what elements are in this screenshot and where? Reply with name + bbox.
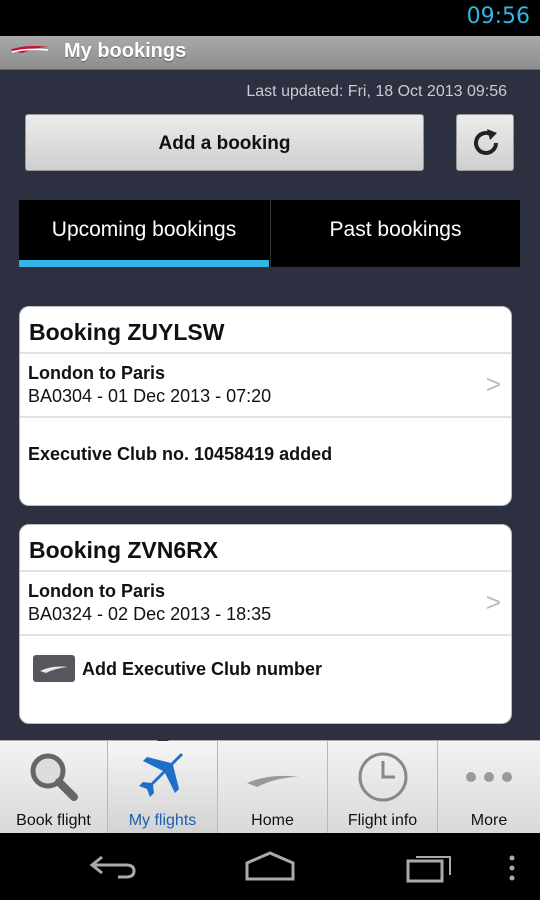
tab-past-bookings[interactable]: Past bookings: [270, 200, 520, 267]
tab-selected-indicator: [19, 260, 269, 267]
home-icon[interactable]: [243, 849, 297, 883]
overflow-menu-icon[interactable]: [506, 853, 518, 883]
booking-title: Booking ZVN6RX: [29, 537, 219, 563]
flight-route: London to Paris: [28, 363, 165, 383]
divider: [20, 416, 511, 418]
nav-flight-info[interactable]: Flight info: [328, 741, 438, 834]
booking-title: Booking ZUYLSW: [29, 319, 225, 345]
nav-label: Home: [251, 812, 294, 829]
status-bar: 09:56: [0, 0, 540, 36]
chevron-right-icon: >: [485, 587, 501, 617]
flight-row[interactable]: London to Paris BA0304 - 01 Dec 2013 - 0…: [20, 354, 511, 416]
search-icon: [30, 753, 78, 801]
add-executive-club-button[interactable]: Add Executive Club number: [20, 637, 511, 697]
status-time: 09:56: [466, 4, 530, 29]
recent-apps-icon[interactable]: [404, 851, 454, 883]
tab-upcoming-bookings[interactable]: Upcoming bookings: [19, 200, 269, 267]
divider: [20, 634, 511, 636]
last-updated-text: Last updated: Fri, 18 Oct 2013 09:56: [246, 83, 507, 100]
action-bar: My bookings: [0, 36, 540, 70]
nav-home[interactable]: Home: [218, 741, 328, 834]
ba-speedmarque-logo: [10, 46, 50, 53]
chevron-right-icon: >: [485, 369, 501, 399]
system-navigation-bar: [0, 833, 540, 900]
flight-route: London to Paris: [28, 581, 165, 601]
booking-card: Booking ZVN6RX London to Paris BA0324 - …: [19, 524, 512, 724]
flight-detail: BA0324 - 02 Dec 2013 - 18:35: [28, 604, 272, 624]
ba-logo-icon: [246, 775, 299, 787]
more-dots-icon: [466, 772, 512, 782]
flight-row[interactable]: London to Paris BA0324 - 02 Dec 2013 - 1…: [20, 572, 511, 634]
refresh-icon: [474, 129, 498, 155]
add-booking-button[interactable]: Add a booking: [25, 114, 424, 171]
flight-detail: BA0304 - 01 Dec 2013 - 07:20: [28, 386, 272, 406]
main-content: Last updated: Fri, 18 Oct 2013 09:56 Add…: [0, 70, 540, 740]
executive-club-status: Executive Club no. 10458419 added: [28, 444, 333, 464]
refresh-button[interactable]: [456, 114, 514, 171]
booking-card: Booking ZUYLSW London to Paris BA0304 - …: [19, 306, 512, 506]
nav-label: More: [470, 812, 508, 829]
back-icon[interactable]: [88, 853, 138, 881]
tab-label: Upcoming bookings: [51, 218, 237, 241]
bottom-navigation: Book flight My flights Home Flight info …: [0, 735, 540, 834]
booking-tabs: Upcoming bookings Past bookings: [19, 200, 520, 267]
nav-book-flight[interactable]: Book flight: [0, 741, 108, 834]
clock-icon: [358, 752, 407, 802]
nav-label: My flights: [128, 812, 197, 829]
nav-label: Flight info: [347, 812, 418, 829]
page-title: My bookings: [64, 40, 187, 62]
nav-my-flights[interactable]: My flights: [108, 741, 218, 834]
nav-label: Book flight: [16, 812, 91, 829]
tab-label: Past bookings: [329, 218, 462, 241]
airplane-icon: [138, 753, 183, 797]
nav-more[interactable]: More: [438, 741, 540, 834]
executive-club-card-icon: [33, 655, 75, 682]
add-executive-club-label: Add Executive Club number: [82, 659, 323, 679]
